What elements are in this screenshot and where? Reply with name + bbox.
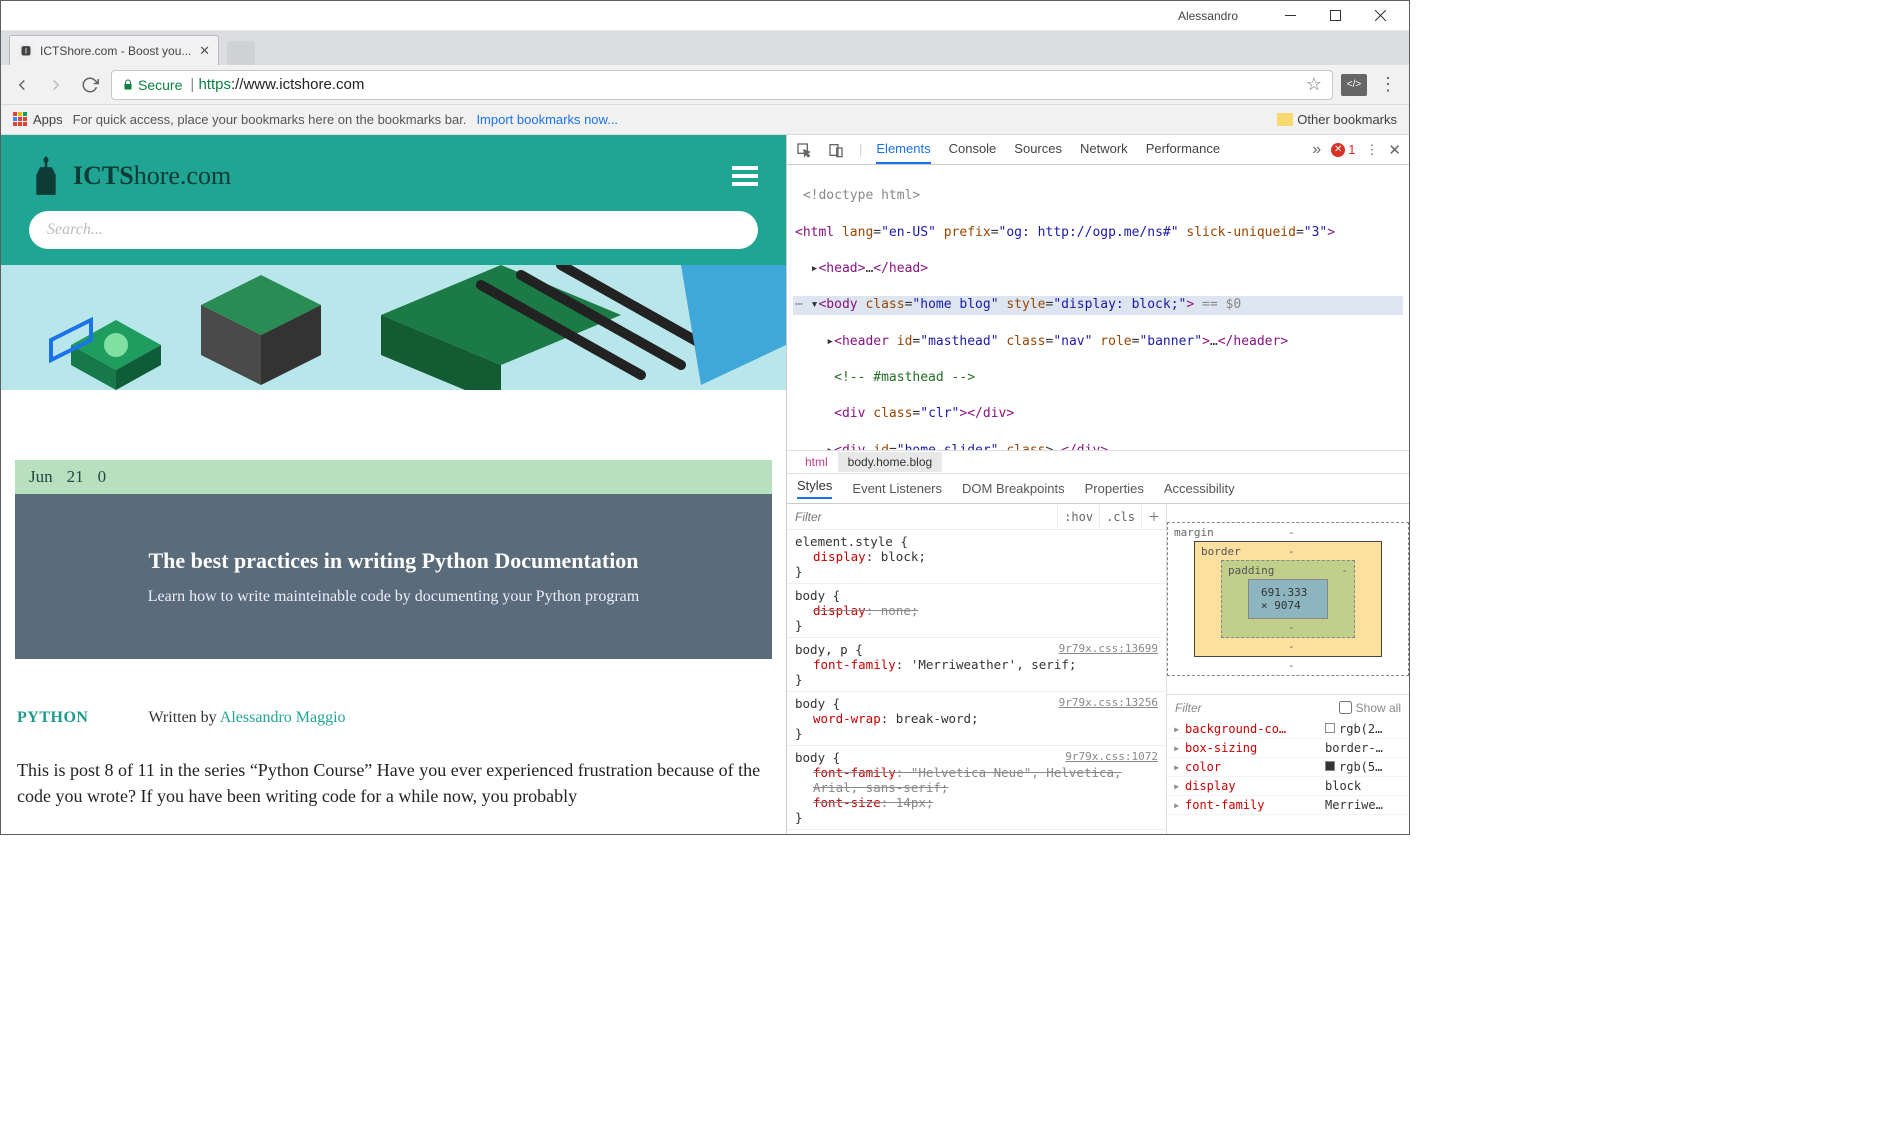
dom-tree[interactable]: <!doctype html> <html lang="en-US" prefi… (787, 165, 1409, 450)
feature-card[interactable]: The best practices in writing Python Doc… (15, 494, 772, 659)
browser-menu-icon[interactable]: ⋮ (1375, 72, 1401, 98)
post-excerpt: This is post 8 of 11 in the series “Pyth… (17, 757, 770, 809)
styles-tab-a11y[interactable]: Accessibility (1164, 481, 1235, 496)
styles-tab-row: Styles Event Listeners DOM Breakpoints P… (787, 474, 1409, 504)
import-bookmarks-link[interactable]: Import bookmarks now... (476, 112, 618, 127)
crumb-body[interactable]: body.home.blog (838, 452, 943, 472)
profile-name[interactable]: Alessandro (1178, 9, 1238, 23)
styles-tab-dom-bp[interactable]: DOM Breakpoints (962, 481, 1065, 496)
browser-toolbar: Secure | https ://www.ictshore.com ☆ </>… (1, 65, 1409, 105)
post-category[interactable]: PYTHON (17, 709, 88, 727)
close-window-button[interactable] (1358, 1, 1403, 31)
browser-tab[interactable]: 🅸 ICTShore.com - Boost you... ✕ (9, 35, 219, 65)
styles-tab-listeners[interactable]: Event Listeners (852, 481, 942, 496)
bookmark-star-icon[interactable]: ☆ (1306, 74, 1322, 95)
back-button[interactable] (9, 72, 35, 98)
box-model-content: 691.333 × 9074 (1248, 579, 1328, 619)
show-all-checkbox[interactable] (1339, 701, 1352, 714)
apps-shortcut[interactable]: Apps (13, 112, 63, 128)
post-comment-count[interactable]: 0 (98, 467, 107, 487)
post-month: Jun (29, 467, 53, 487)
error-indicator[interactable]: ✕1 (1331, 142, 1355, 157)
other-bookmarks-folder[interactable]: Other bookmarks (1277, 112, 1397, 127)
post-date-strip: Jun 21 0 (15, 460, 772, 494)
feature-subtitle: Learn how to write mainteinable code by … (148, 588, 639, 606)
styles-rules-list[interactable]: element.style {display: block;}…body {di… (787, 530, 1166, 834)
post-byline: Written by Alessandro Maggio (148, 709, 345, 727)
url-protocol: https (198, 76, 231, 93)
site-logo-icon (29, 155, 63, 197)
crumb-html[interactable]: html (795, 452, 838, 472)
tab-network[interactable]: Network (1080, 135, 1128, 164)
styles-tab-props[interactable]: Properties (1085, 481, 1144, 496)
computed-filter-label[interactable]: Filter (1175, 701, 1202, 715)
hov-toggle[interactable]: :hov (1057, 504, 1099, 529)
tab-sources[interactable]: Sources (1014, 135, 1062, 164)
content-area: ICTShore.com Search... (1, 135, 1409, 834)
new-tab-button[interactable] (227, 41, 255, 65)
computed-list[interactable]: ▸background-co…rgb(2…▸box-sizingborder-…… (1167, 720, 1409, 834)
tab-strip: 🅸 ICTShore.com - Boost you... ✕ (1, 31, 1409, 65)
window-titlebar: Alessandro (1, 1, 1409, 31)
more-tabs-icon[interactable]: » (1312, 141, 1321, 159)
tab-console[interactable]: Console (949, 135, 997, 164)
styles-pane: :hov .cls ＋ element.style {display: bloc… (787, 504, 1167, 834)
feature-title: The best practices in writing Python Doc… (148, 548, 638, 574)
reload-button[interactable] (77, 72, 103, 98)
tab-performance[interactable]: Performance (1146, 135, 1220, 164)
dom-breadcrumb[interactable]: html body.home.blog (787, 450, 1409, 474)
bookmarks-bar: Apps For quick access, place your bookma… (1, 105, 1409, 135)
cls-toggle[interactable]: .cls (1099, 504, 1141, 529)
author-link[interactable]: Alessandro Maggio (220, 709, 346, 726)
add-rule-icon[interactable]: ＋ (1141, 504, 1166, 529)
browser-window: Alessandro 🅸 ICTShore.com - Boost you...… (0, 0, 1410, 835)
devtools-panel: | Elements Console Sources Network Perfo… (786, 135, 1409, 834)
extension-icon[interactable]: </> (1341, 74, 1367, 96)
secure-badge: Secure (122, 77, 182, 93)
maximize-button[interactable] (1313, 1, 1358, 31)
devtools-menu-icon[interactable]: ⋮ (1365, 142, 1378, 158)
apps-grid-icon (13, 112, 29, 128)
inspect-element-icon[interactable] (795, 141, 813, 159)
webpage: ICTShore.com Search... (1, 135, 786, 834)
styles-filter-input[interactable] (787, 510, 1057, 524)
close-devtools-icon[interactable]: ✕ (1388, 141, 1401, 159)
minimize-button[interactable] (1268, 1, 1313, 31)
tab-elements[interactable]: Elements (876, 135, 930, 164)
favicon-icon: 🅸 (18, 43, 34, 59)
lock-icon (122, 79, 134, 91)
tab-title: ICTShore.com - Boost you... (40, 44, 199, 58)
devtools-tabs: Elements Console Sources Network Perform… (876, 135, 1220, 164)
site-name: ICTShore.com (73, 161, 231, 191)
hamburger-menu-icon[interactable] (732, 162, 758, 190)
address-bar[interactable]: Secure | https ://www.ictshore.com ☆ (111, 70, 1333, 100)
forward-button[interactable] (43, 72, 69, 98)
hero-image (1, 265, 786, 390)
box-model[interactable]: -- -- -- 691.333 × 9074 (1167, 504, 1409, 694)
url-host: ://www.ictshore.com (231, 76, 364, 93)
device-toggle-icon[interactable] (827, 141, 845, 159)
styles-tab-styles[interactable]: Styles (797, 478, 832, 499)
site-search-input[interactable]: Search... (29, 211, 758, 249)
site-header: ICTShore.com Search... (1, 135, 786, 265)
computed-pane: -- -- -- 691.333 × 9074 Filter Show (1167, 504, 1409, 834)
bookmarks-hint: For quick access, place your bookmarks h… (73, 112, 467, 127)
folder-icon (1277, 113, 1293, 126)
close-tab-icon[interactable]: ✕ (199, 43, 210, 59)
devtools-toolbar: | Elements Console Sources Network Perfo… (787, 135, 1409, 165)
post-day: 21 (67, 467, 84, 487)
